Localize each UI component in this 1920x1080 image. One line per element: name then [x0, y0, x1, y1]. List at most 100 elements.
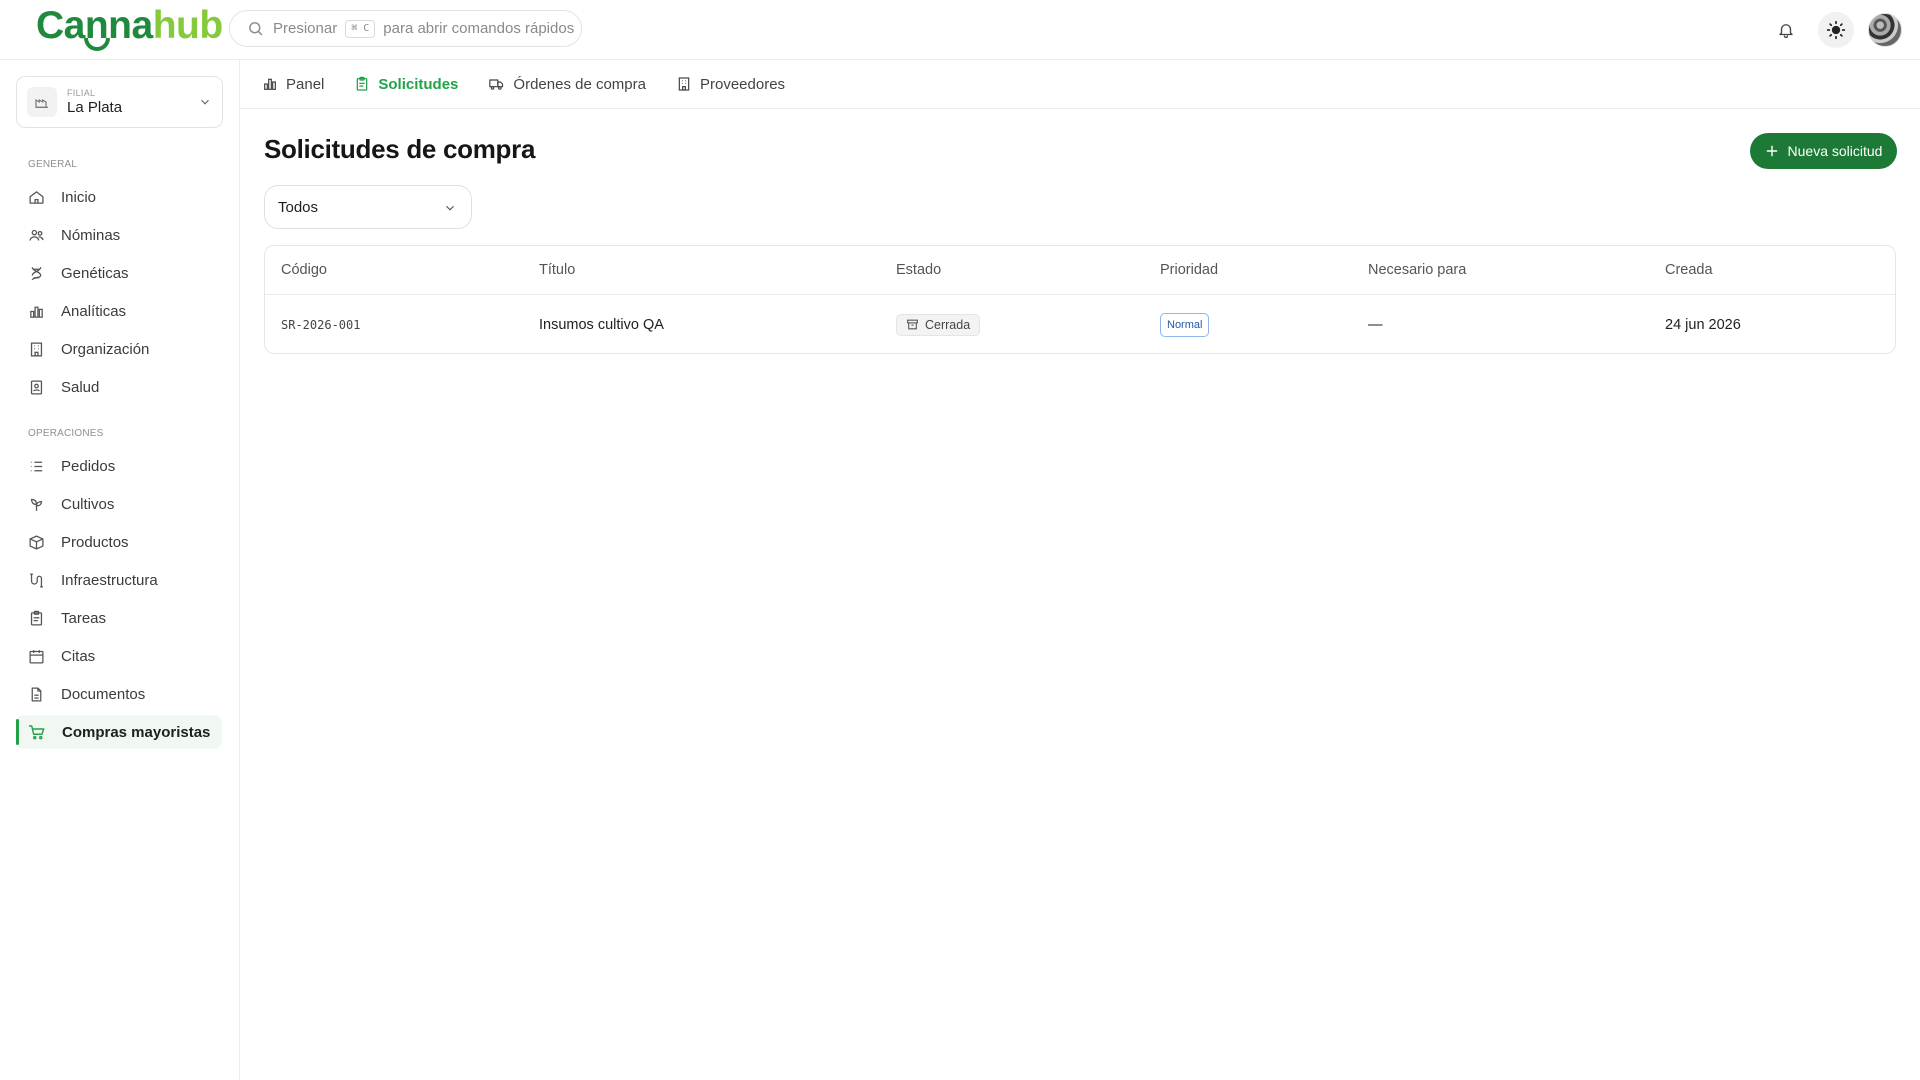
sidebar-item-label: Nóminas: [61, 226, 121, 244]
sidebar-item-documentos[interactable]: Documentos: [16, 677, 222, 711]
bell-icon: [1779, 24, 1793, 39]
clipboard-icon: [357, 76, 368, 91]
sidebar-item-citas[interactable]: Citas: [16, 639, 222, 673]
sidebar-item-cultivos[interactable]: Cultivos: [16, 487, 222, 521]
id-badge-icon: [30, 379, 43, 395]
sprout-icon: [30, 498, 43, 511]
logo-text-hub: hub: [152, 4, 223, 47]
sidebar-item-label: Inicio: [61, 188, 97, 206]
tab-label: Solicitudes: [378, 75, 459, 93]
home-icon: [29, 190, 44, 204]
cart-icon: [28, 725, 45, 740]
sidebar-item-label: Tareas: [61, 609, 107, 627]
cell-status: Cerrada: [896, 295, 981, 353]
sidebar-item-tareas[interactable]: Tareas: [16, 601, 222, 635]
column-header-estado[interactable]: Estado: [896, 246, 941, 294]
new-request-button[interactable]: Nueva solicitud: [1750, 133, 1897, 169]
bar-chart-icon: [30, 306, 43, 318]
sidebar-item-compras-mayoristas[interactable]: Compras mayoristas: [16, 715, 222, 749]
sidebar-item-nominas[interactable]: Nóminas: [16, 218, 222, 252]
sidebar-item-analiticas[interactable]: Analíticas: [16, 294, 222, 328]
truck-icon: [489, 79, 504, 90]
new-request-label: Nueva solicitud: [1787, 143, 1883, 159]
sidebar-item-label: Organización: [61, 340, 150, 358]
chevron-down-icon: [446, 205, 454, 211]
tab-panel[interactable]: Panel: [262, 60, 324, 109]
tab-label: Proveedores: [699, 75, 786, 93]
dna-icon: [31, 266, 42, 280]
theme-toggle-button[interactable]: [1818, 12, 1854, 48]
sidebar-item-label: Analíticas: [61, 302, 127, 320]
sidebar-item-pedidos[interactable]: Pedidos: [16, 449, 222, 483]
branch-selector[interactable]: Filial La Plata: [16, 76, 223, 128]
sun-icon: [1826, 20, 1846, 40]
document-icon: [31, 686, 42, 702]
table-row[interactable]: SR-2026-001 Insumos cultivo QA Cerrada N…: [265, 295, 1895, 353]
cell-priority: Normal: [1160, 295, 1210, 353]
sidebar-item-label: Infraestructura: [61, 571, 158, 589]
user-avatar[interactable]: [1868, 13, 1902, 47]
column-header-codigo[interactable]: Código: [281, 246, 327, 294]
status-filter-select[interactable]: Todos: [264, 185, 472, 229]
building-icon: [678, 77, 690, 91]
command-search[interactable]: Presionar ⌘ C para abrir comandos rápido…: [229, 10, 582, 47]
cell-title: Insumos cultivo QA: [539, 316, 664, 333]
cell-code: SR-2026-001: [281, 295, 361, 353]
chevron-down-icon: [201, 99, 209, 105]
tab-proveedores[interactable]: Proveedores: [676, 60, 785, 109]
clipboard-icon: [30, 610, 43, 626]
branch-label: Filial: [67, 88, 96, 98]
section-general-label: General: [28, 159, 78, 170]
sidebar-item-label: Salud: [61, 378, 100, 396]
sidebar-item-label: Documentos: [61, 685, 146, 703]
column-header-necesario-para[interactable]: Necesario para: [1368, 246, 1466, 294]
package-icon: [29, 534, 44, 550]
priority-badge: Normal: [1160, 312, 1210, 337]
list-icon: [30, 461, 43, 471]
calendar-icon: [29, 649, 44, 664]
table-header: Código Título Estado Prioridad Necesario…: [265, 246, 1895, 295]
request-code: SR-2026-001: [281, 317, 361, 332]
section-operaciones-label: Operaciones: [28, 428, 104, 439]
top-bar: Cannahub Presionar ⌘ C para abrir comand…: [0, 0, 1920, 60]
logo[interactable]: Cannahub: [36, 4, 223, 48]
shortcut-key: ⌘ C: [345, 19, 376, 38]
sidebar-item-infraestructura[interactable]: Infraestructura: [16, 563, 222, 597]
status-badge: Cerrada: [896, 313, 981, 336]
column-header-creada[interactable]: Creada: [1665, 246, 1713, 294]
sidebar-item-label: Productos: [61, 533, 129, 551]
sidebar-item-organizacion[interactable]: Organización: [16, 332, 222, 366]
requests-table: Código Título Estado Prioridad Necesario…: [264, 245, 1896, 354]
branch-name: La Plata: [67, 99, 123, 116]
search-prefix: Presionar: [273, 20, 338, 37]
sidebar-item-inicio[interactable]: Inicio: [16, 180, 222, 214]
section-tabs: Panel Solicitudes Órdenes de compra Prov…: [240, 60, 1920, 109]
tab-solicitudes[interactable]: Solicitudes: [354, 60, 458, 109]
cell-needed-for: —: [1368, 316, 1383, 333]
tab-label: Panel: [286, 75, 325, 93]
search-suffix: para abrir comandos rápidos: [383, 20, 575, 37]
column-header-titulo[interactable]: Título: [539, 246, 575, 294]
status-badge-label: Cerrada: [925, 317, 971, 332]
sidebar-item-salud[interactable]: Salud: [16, 370, 222, 404]
cell-created: 24 jun 2026: [1665, 316, 1741, 333]
sidebar-item-productos[interactable]: Productos: [16, 525, 222, 559]
logo-smile-icon: [84, 38, 110, 51]
sidebar-item-label: Genéticas: [61, 264, 129, 282]
sidebar: Filial La Plata General Inicio Nóminas G…: [0, 60, 240, 1080]
status-filter-value: Todos: [278, 198, 319, 216]
pipes-icon: [30, 572, 43, 588]
tab-label: Órdenes de compra: [513, 75, 646, 93]
sidebar-item-geneticas[interactable]: Genéticas: [16, 256, 222, 290]
notifications-button[interactable]: [1768, 12, 1804, 48]
users-icon: [29, 229, 44, 241]
bar-chart-icon: [264, 78, 276, 90]
page-title: Solicitudes de compra: [264, 134, 536, 164]
tab-ordenes-de-compra[interactable]: Órdenes de compra: [488, 60, 646, 109]
sidebar-item-label: Compras mayoristas: [62, 723, 211, 741]
sidebar-item-label: Citas: [61, 647, 96, 665]
column-header-prioridad[interactable]: Prioridad: [1160, 246, 1218, 294]
sidebar-item-label: Pedidos: [61, 457, 116, 475]
search-icon: [249, 22, 263, 36]
plus-icon: [1766, 145, 1777, 157]
